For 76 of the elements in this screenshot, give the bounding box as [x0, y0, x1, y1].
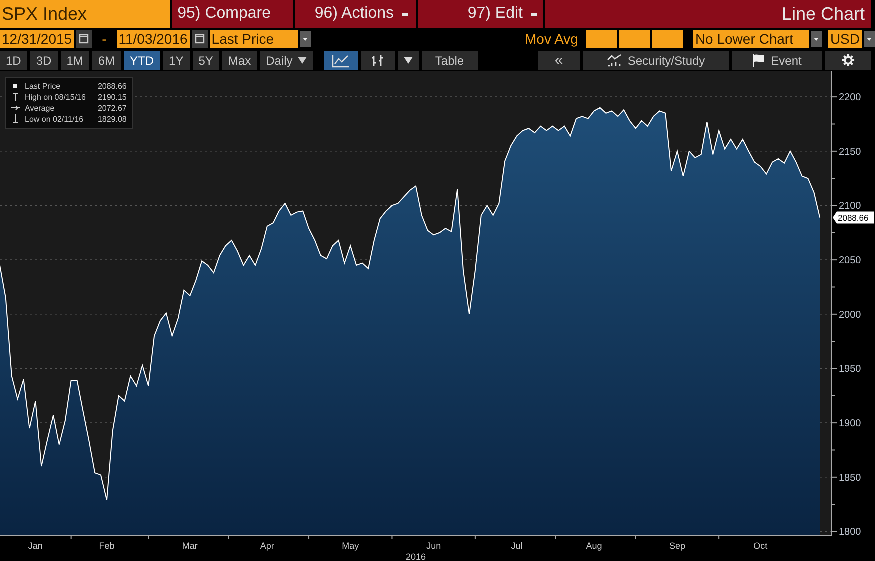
x-tick-label: Oct [754, 541, 768, 551]
y-tick-label: 2200 [839, 92, 862, 104]
y-tick-label: 2100 [839, 201, 862, 212]
y-tick-label: 1900 [839, 418, 862, 430]
legend-marker-icon [11, 92, 20, 102]
dropdown-caret-icon[interactable] [300, 31, 311, 47]
y-tick-label: 2000 [839, 310, 862, 321]
legend-value: 2072.67 [96, 103, 127, 114]
period-tab[interactable]: 3D [30, 51, 58, 70]
x-tick-label: Jun [426, 541, 442, 551]
menu-button[interactable]: 97) Edit [418, 0, 543, 28]
x-tick-label: Sep [669, 541, 686, 551]
input-field[interactable] [586, 30, 618, 48]
collapse-button[interactable]: « [538, 51, 580, 70]
lower-chart-dropdown[interactable]: No Lower Chart [693, 30, 810, 48]
y-tick-label: 2050 [839, 256, 862, 267]
legend-marker-icon [11, 114, 20, 124]
caret-icon [404, 57, 413, 64]
period-tab[interactable]: 5Y [192, 51, 220, 70]
flag-icon [752, 54, 766, 67]
date-separator: - [101, 31, 108, 47]
study-chart-icon [606, 54, 623, 67]
legend-label: Low on 02/11/16 [25, 114, 85, 125]
x-tick-label: Aug [586, 541, 602, 551]
frequency-dropdown[interactable]: Daily [260, 51, 313, 70]
table-button[interactable]: Table [422, 51, 478, 70]
period-tab[interactable]: 6M [92, 51, 122, 70]
line-chart-button[interactable] [324, 51, 358, 70]
caret-icon [298, 57, 307, 64]
x-tick-label: Jul [511, 541, 523, 551]
x-tick-label: May [342, 541, 360, 551]
menu-button[interactable]: 96) Actions [295, 0, 416, 28]
price-tag: 2088.66 [833, 212, 874, 224]
period-tab[interactable]: Max [222, 51, 258, 70]
field-dropdown[interactable]: Last Price [210, 30, 298, 48]
legend-label: Average [25, 103, 56, 114]
event-button[interactable]: Event [732, 51, 822, 70]
period-tab[interactable]: 1Y [163, 51, 190, 70]
currency-dropdown[interactable]: USD [828, 30, 862, 48]
bar-chart-button[interactable] [360, 51, 395, 70]
security-study-button[interactable]: Security/Study [583, 51, 729, 70]
x-tick-label: Mar [182, 541, 198, 551]
dropdown-caret-icon[interactable] [864, 31, 875, 47]
y-tick-label: 2150 [839, 146, 862, 158]
calendar-icon[interactable] [76, 30, 92, 48]
menu-button[interactable]: 95) Compare [172, 0, 293, 28]
legend-label: High on 08/15/16 [25, 92, 86, 103]
x-tick-label: Feb [99, 541, 115, 551]
x-axis-label: 2016 [406, 552, 426, 561]
input-field[interactable] [652, 30, 684, 48]
chart-type-title: Line Chart [545, 0, 871, 28]
line-chart-icon [332, 54, 350, 68]
x-tick-label: Jan [28, 541, 43, 551]
period-tab[interactable]: 1D [0, 51, 28, 70]
security-field[interactable]: SPX Index [0, 0, 170, 28]
style-dropdown-button[interactable] [398, 51, 419, 70]
y-tick-label: 1800 [839, 527, 862, 538]
mov-avg-label: Mov Avg [525, 31, 578, 47]
settings-button[interactable] [825, 51, 871, 70]
calendar-icon[interactable] [192, 30, 208, 48]
end-date-field[interactable]: 11/03/2016 [116, 30, 190, 48]
input-field[interactable] [619, 30, 650, 48]
settings-icon [842, 54, 854, 67]
legend-value: 2190.15 [96, 92, 127, 103]
legend-value: 2088.66 [96, 81, 127, 92]
period-tab[interactable]: YTD [124, 51, 160, 70]
legend-label: Last Price [25, 81, 62, 92]
legend-value: 1829.08 [96, 114, 127, 125]
period-tab[interactable]: 1M [60, 51, 90, 70]
dropdown-caret-icon[interactable] [811, 31, 822, 47]
legend-marker-icon [11, 81, 20, 91]
y-tick-label: 1850 [839, 472, 862, 484]
y-tick-label: 1950 [839, 364, 862, 376]
x-tick-label: Apr [260, 541, 274, 551]
legend-marker-icon [11, 103, 20, 113]
start-date-field[interactable]: 12/31/2015 [0, 30, 74, 48]
